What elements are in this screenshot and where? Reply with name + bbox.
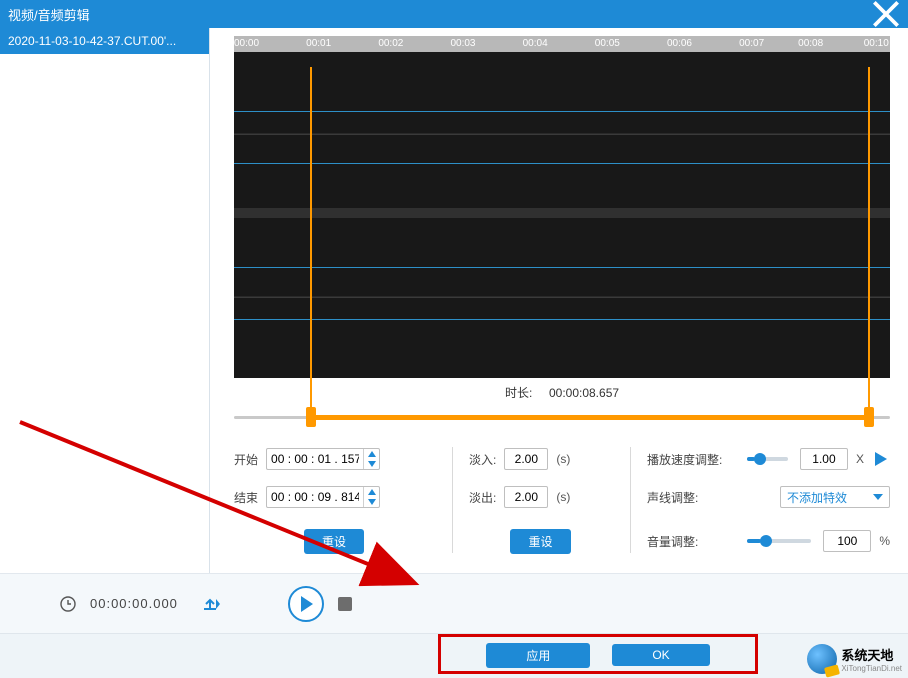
volume-unit: % bbox=[879, 534, 890, 548]
branding-logo: 系统天地 XiTongTianDi.net bbox=[807, 644, 902, 674]
annotation-box: 应用 OK bbox=[438, 634, 758, 674]
preview-speed-icon[interactable] bbox=[872, 450, 890, 468]
ruler-tick: 00:05 bbox=[595, 38, 620, 49]
stop-button[interactable] bbox=[338, 597, 352, 611]
sidebar: 2020-11-03-10-42-37.CUT.00'... bbox=[0, 28, 210, 573]
export-icon[interactable] bbox=[202, 596, 220, 612]
duration-label: 时长: bbox=[505, 386, 532, 400]
spinner-down-icon[interactable] bbox=[364, 497, 379, 507]
ruler-tick: 00:08 bbox=[798, 38, 823, 49]
voice-effect-select[interactable]: 不添加特效 bbox=[780, 486, 890, 508]
timeline-ruler: 00:00 00:01 00:02 00:03 00:04 00:05 00:0… bbox=[234, 36, 890, 52]
spinner-up-icon[interactable] bbox=[364, 449, 379, 459]
play-button[interactable] bbox=[288, 586, 324, 622]
fade-in-label: 淡入: bbox=[469, 451, 496, 468]
trim-slider[interactable] bbox=[234, 407, 890, 429]
clock-icon bbox=[60, 596, 76, 612]
start-time-input[interactable] bbox=[266, 448, 380, 470]
speed-unit: X bbox=[856, 452, 864, 466]
end-label: 结束 bbox=[234, 489, 258, 506]
fade-in-unit: (s) bbox=[556, 452, 570, 466]
voice-effect-value: 不添加特效 bbox=[787, 489, 847, 506]
branding-url: XiTongTianDi.net bbox=[841, 664, 902, 673]
speed-slider[interactable] bbox=[747, 457, 788, 461]
waveform-area[interactable] bbox=[234, 52, 890, 378]
reset-fade-button[interactable]: 重设 bbox=[510, 529, 570, 554]
fade-out-field[interactable] bbox=[505, 490, 547, 504]
fade-out-unit: (s) bbox=[556, 490, 570, 504]
spinner-down-icon[interactable] bbox=[364, 459, 379, 469]
playback-time: 00:00:00.000 bbox=[90, 596, 178, 611]
window-title: 视频/音频剪辑 bbox=[8, 5, 872, 24]
start-label: 开始 bbox=[234, 451, 258, 468]
branding-name: 系统天地 bbox=[841, 645, 902, 664]
ruler-tick: 00:01 bbox=[306, 38, 331, 49]
voice-label: 声线调整: bbox=[647, 489, 735, 506]
fade-out-input[interactable] bbox=[504, 486, 548, 508]
spinner-up-icon[interactable] bbox=[364, 487, 379, 497]
reset-trim-button[interactable]: 重设 bbox=[304, 529, 364, 554]
speed-label: 播放速度调整: bbox=[647, 451, 735, 468]
end-time-input[interactable] bbox=[266, 486, 380, 508]
end-time-field[interactable] bbox=[267, 490, 363, 504]
fade-in-field[interactable] bbox=[505, 452, 547, 466]
duration-value: 00:00:08.657 bbox=[549, 386, 619, 400]
trim-start-handle[interactable] bbox=[306, 407, 316, 427]
fade-out-label: 淡出: bbox=[469, 489, 496, 506]
volume-label: 音量调整: bbox=[647, 533, 735, 550]
ruler-tick: 00:06 bbox=[667, 38, 692, 49]
chevron-down-icon bbox=[873, 494, 883, 500]
file-list-item[interactable]: 2020-11-03-10-42-37.CUT.00'... bbox=[0, 28, 209, 54]
ruler-tick: 00:04 bbox=[523, 38, 548, 49]
ok-button[interactable]: OK bbox=[612, 644, 709, 666]
ruler-tick: 00:03 bbox=[450, 38, 475, 49]
speed-value-input[interactable] bbox=[800, 448, 848, 470]
slider-knob[interactable] bbox=[754, 453, 766, 465]
slider-knob[interactable] bbox=[760, 535, 772, 547]
start-time-field[interactable] bbox=[267, 452, 363, 466]
fade-in-input[interactable] bbox=[504, 448, 548, 470]
apply-button[interactable]: 应用 bbox=[486, 643, 590, 668]
close-icon[interactable] bbox=[872, 0, 900, 28]
trim-end-handle[interactable] bbox=[864, 407, 874, 427]
volume-value-input[interactable] bbox=[823, 530, 871, 552]
globe-icon bbox=[807, 644, 837, 674]
ruler-tick: 00:10 bbox=[864, 38, 889, 49]
ruler-tick: 00:02 bbox=[378, 38, 403, 49]
ruler-tick: 00:07 bbox=[739, 38, 764, 49]
ruler-tick: 00:00 bbox=[234, 38, 259, 49]
volume-slider[interactable] bbox=[747, 539, 811, 543]
